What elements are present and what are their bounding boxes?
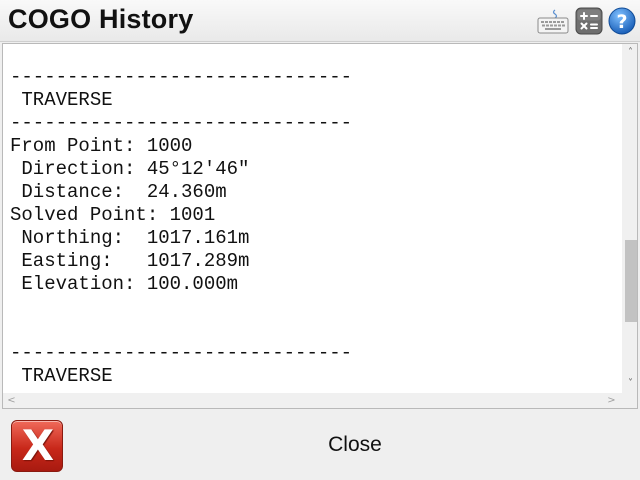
help-icon[interactable]: ? [608,7,636,35]
window-title: COGO History [8,4,194,34]
close-x-icon[interactable]: X [11,420,63,472]
report-line: TRAVERSE [10,89,113,111]
keyboard-icon[interactable] [537,9,569,35]
report-text: ------------------------------ TRAVERSE -… [10,66,620,388]
report-line: ------------------------------ [10,66,353,88]
report-line: From Point: 1000 [10,135,193,157]
title-bar: COGO History ? [0,0,640,42]
report-line: Direction: 45°12'46" [10,158,250,180]
scrollbar-corner [622,393,637,408]
history-text-area[interactable]: ------------------------------ TRAVERSE -… [2,43,638,409]
report-line: Solved Point: 1001 [10,204,216,226]
report-line: ------------------------------ [10,342,353,364]
scroll-down-arrow[interactable]: ˅ [622,375,637,392]
vertical-scroll-thumb[interactable] [625,240,637,322]
report-line: Elevation: 100.000m [10,273,239,295]
report-line: Northing: 1017.161m [10,227,250,249]
bottom-bar: X Close [0,410,640,480]
scroll-left-arrow[interactable]: < [3,393,20,408]
close-button[interactable]: Close [70,410,640,480]
report-line: ​ [10,319,620,342]
report-line: ​ [10,296,620,319]
scroll-up-arrow[interactable]: ˄ [622,44,637,61]
scroll-right-arrow[interactable]: > [603,393,620,408]
report-line: ------------------------------ [10,112,353,134]
report-line: TRAVERSE [10,365,113,387]
report-line: Distance: 24.360m [10,181,227,203]
close-x-glyph: X [21,421,55,470]
help-glyph: ? [616,11,627,33]
horizontal-scrollbar[interactable]: < > [3,393,622,408]
vertical-scrollbar[interactable]: ˄ ˅ [622,44,637,394]
calculator-icon[interactable] [575,7,603,35]
report-line: Easting: 1017.289m [10,250,250,272]
